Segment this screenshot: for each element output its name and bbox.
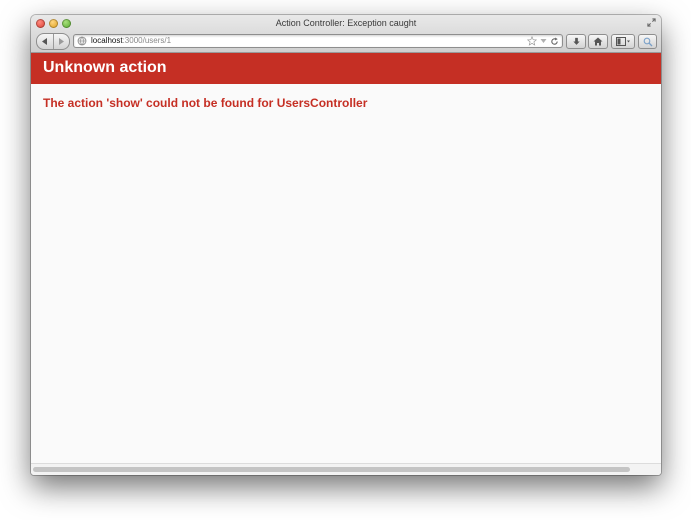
back-icon xyxy=(41,38,47,45)
page-content: The action 'show' could not be found for… xyxy=(31,84,661,464)
fullscreen-icon[interactable] xyxy=(647,18,656,27)
bookmark-star-icon[interactable] xyxy=(527,36,537,46)
error-message: The action 'show' could not be found for… xyxy=(43,96,368,110)
address-bar-actions xyxy=(527,35,559,47)
downloads-icon xyxy=(572,37,580,45)
downloads-button[interactable] xyxy=(566,34,586,49)
home-icon xyxy=(593,37,603,46)
title-bar: Action Controller: Exception caught loca… xyxy=(31,15,661,53)
site-globe-icon xyxy=(77,36,87,46)
url-text: localhost:3000/users/1 xyxy=(91,35,171,47)
url-host: localhost xyxy=(91,36,123,45)
url-path: :3000/users/1 xyxy=(122,36,172,45)
error-header: Unknown action xyxy=(31,53,661,84)
forward-icon xyxy=(59,38,65,45)
scrollbar-thumb[interactable] xyxy=(33,467,630,472)
page-title: Unknown action xyxy=(43,59,167,76)
back-button[interactable] xyxy=(37,34,54,49)
home-button[interactable] xyxy=(588,34,608,49)
screen: Action Controller: Exception caught loca… xyxy=(0,0,691,520)
reload-icon[interactable] xyxy=(550,37,559,46)
forward-button[interactable] xyxy=(54,34,70,49)
address-bar[interactable]: localhost:3000/users/1 xyxy=(73,34,563,48)
window-title: Action Controller: Exception caught xyxy=(275,18,417,28)
horizontal-scrollbar[interactable] xyxy=(31,463,661,475)
sidebar-button[interactable] xyxy=(611,34,635,49)
sidebar-icon xyxy=(615,37,630,46)
dropdown-arrow-icon[interactable] xyxy=(540,38,547,44)
search-icon xyxy=(643,37,652,46)
search-button[interactable] xyxy=(638,34,657,49)
browser-window: Action Controller: Exception caught loca… xyxy=(31,15,661,475)
nav-buttons xyxy=(36,33,70,50)
